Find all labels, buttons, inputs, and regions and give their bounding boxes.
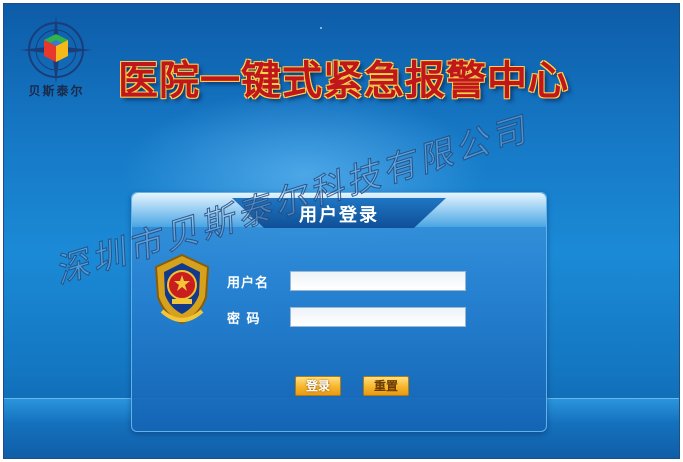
reset-button[interactable]: 重置 [363, 376, 409, 396]
password-label: 密 码 [227, 312, 261, 327]
main-window: 贝斯泰尔 医院一键式紧急报警中心 用户登录 用户名 密 码 登录 重置 深圳市贝… [3, 3, 680, 459]
password-input[interactable] [290, 307, 466, 327]
logo-text: 贝斯泰尔 [28, 84, 85, 98]
decor-dot [320, 27, 322, 29]
app-title: 医院一键式紧急报警中心 [118, 57, 569, 104]
login-button[interactable]: 登录 [295, 376, 341, 396]
username-input[interactable] [290, 271, 466, 291]
username-label: 用户名 [227, 276, 270, 291]
